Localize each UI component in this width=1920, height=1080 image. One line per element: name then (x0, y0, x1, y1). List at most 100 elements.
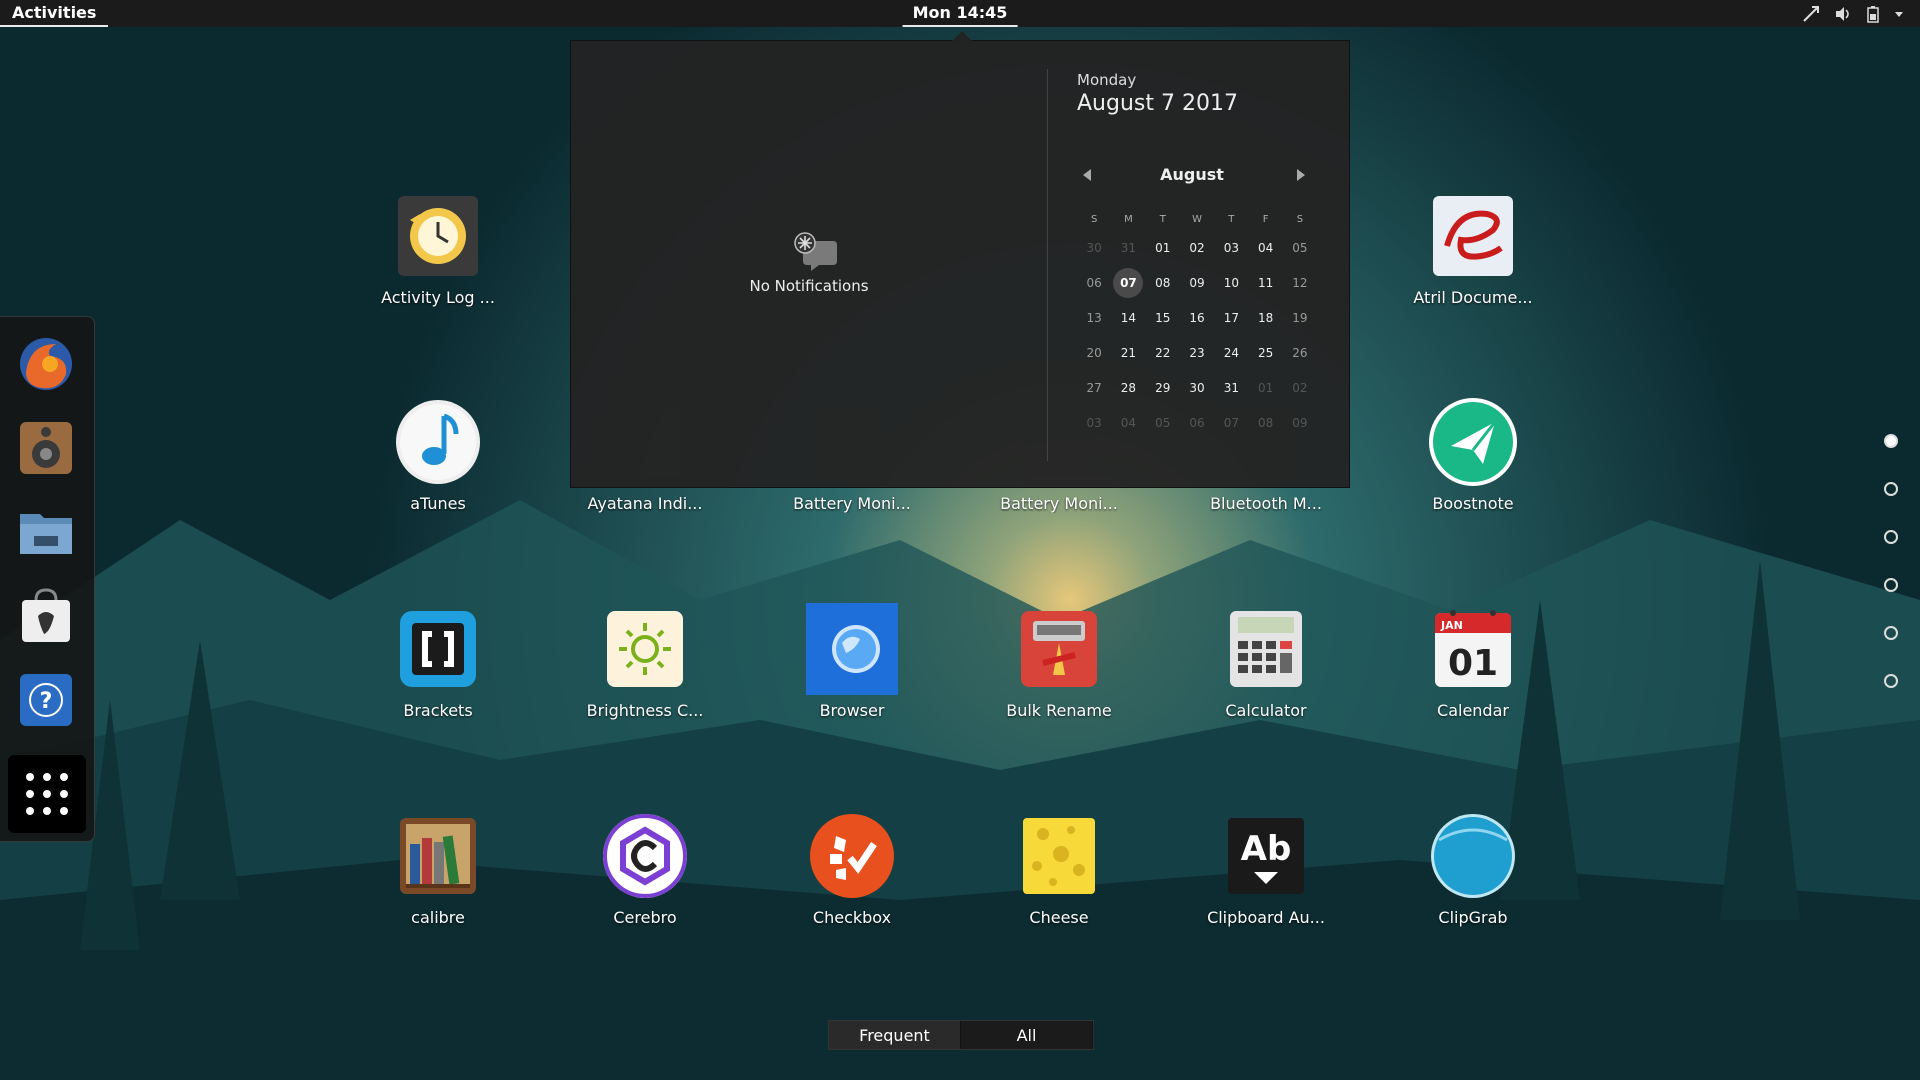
calendar-day[interactable]: 14 (1111, 301, 1145, 336)
calendar-day[interactable]: 02 (1180, 231, 1214, 266)
app-calibre[interactable]: calibre (343, 810, 533, 940)
app-cerebro[interactable]: Cerebro (550, 810, 740, 940)
calendar-day[interactable]: 25 (1248, 336, 1282, 371)
bulk-rename-icon (1021, 611, 1097, 687)
calendar-day[interactable]: 12 (1283, 266, 1317, 301)
calendar-day[interactable]: 11 (1248, 266, 1282, 301)
show-applications-button[interactable] (8, 755, 86, 833)
calendar-day[interactable]: 05 (1283, 231, 1317, 266)
calendar-day[interactable]: 05 (1146, 406, 1180, 441)
calendar-day[interactable]: 13 (1077, 301, 1111, 336)
calendar-day[interactable]: 07 (1214, 406, 1248, 441)
calendar-day[interactable]: 18 (1248, 301, 1282, 336)
clock-button[interactable]: Mon 14:45 (902, 0, 1018, 27)
calendar-day[interactable]: 02 (1283, 371, 1317, 406)
calendar-day[interactable]: 26 (1283, 336, 1317, 371)
system-tray[interactable] (1802, 0, 1904, 27)
dash-item-speaker[interactable] (16, 418, 76, 478)
all-button[interactable]: All (961, 1021, 1093, 1049)
calendar-day-today[interactable]: 07 (1111, 266, 1145, 301)
app-bulk-rename[interactable]: Bulk Rename (964, 603, 1154, 733)
calendar-day[interactable]: 01 (1248, 371, 1282, 406)
dash-item-help[interactable]: ? (16, 670, 76, 730)
calibre-icon (400, 818, 476, 894)
calendar-day[interactable]: 22 (1146, 336, 1180, 371)
dash-item-software[interactable] (16, 586, 76, 646)
app-brightness[interactable]: Brightness C... (550, 603, 740, 733)
calendar-week-row: 03 04 05 06 07 08 09 (1077, 406, 1317, 441)
page-dot-3[interactable] (1884, 530, 1898, 544)
calendar-weekday-headers: SMTWTFS (1077, 209, 1317, 231)
calendar-day[interactable]: 15 (1146, 301, 1180, 336)
calendar-day[interactable]: 30 (1077, 231, 1111, 266)
calendar-day[interactable]: 09 (1283, 406, 1317, 441)
calendar-day[interactable]: 17 (1214, 301, 1248, 336)
calendar-day[interactable]: 30 (1180, 371, 1214, 406)
calendar-day[interactable]: 09 (1180, 266, 1214, 301)
calendar-day[interactable]: 31 (1214, 371, 1248, 406)
calendar-day-number: 03 (1223, 241, 1239, 255)
app-clipgrab[interactable]: ClipGrab (1378, 810, 1568, 940)
clipboard-icon: Ab (1228, 818, 1304, 894)
calendar-day[interactable]: 24 (1214, 336, 1248, 371)
calendar-weekday-header: T (1159, 214, 1166, 225)
calendar-next-month-icon[interactable] (1297, 169, 1305, 181)
calendar-day[interactable]: 27 (1077, 371, 1111, 406)
app-activity-log[interactable]: Activity Log ... (343, 190, 533, 320)
calendar-day[interactable]: 06 (1180, 406, 1214, 441)
no-notifications-icon (793, 231, 839, 277)
calendar-weekday-header: S (1090, 214, 1098, 225)
calendar-day[interactable]: 16 (1180, 301, 1214, 336)
atril-icon (1433, 196, 1513, 276)
dash-item-files[interactable] (16, 502, 76, 562)
calendar-day[interactable]: 04 (1248, 231, 1282, 266)
calendar-day[interactable]: 10 (1214, 266, 1248, 301)
activities-button[interactable]: Activities (0, 0, 109, 27)
calendar-day[interactable]: 31 (1111, 231, 1145, 266)
app-calculator[interactable]: Calculator (1171, 603, 1361, 733)
calendar-day[interactable]: 29 (1146, 371, 1180, 406)
page-dot-4[interactable] (1884, 578, 1898, 592)
calendar-day[interactable]: 19 (1283, 301, 1317, 336)
page-dot-2[interactable] (1884, 482, 1898, 496)
calendar-full-date[interactable]: August 7 2017 (1077, 91, 1337, 116)
calendar-day[interactable]: 20 (1077, 336, 1111, 371)
calendar-day-number: 09 (1189, 276, 1205, 290)
app-calendar[interactable]: JAN 01 Calendar (1378, 603, 1568, 733)
calendar-day-number: 24 (1223, 346, 1239, 360)
dash-item-firefox[interactable] (16, 334, 76, 394)
calendar-day-number: 05 (1292, 241, 1308, 255)
calendar-day[interactable]: 04 (1111, 406, 1145, 441)
app-brackets[interactable]: Brackets (343, 603, 533, 733)
calendar-day[interactable]: 23 (1180, 336, 1214, 371)
frequent-button[interactable]: Frequent (829, 1021, 961, 1049)
calendar-day[interactable]: 01 (1146, 231, 1180, 266)
calendar-day[interactable]: 21 (1111, 336, 1145, 371)
calendar-week-row: 06 07 08 09 10 11 12 (1077, 266, 1317, 301)
calendar-week-row: 13 14 15 16 17 18 19 (1077, 301, 1317, 336)
calendar-day-number: 18 (1257, 311, 1274, 325)
app-clipboard[interactable]: Ab Clipboard Au... (1171, 810, 1361, 940)
app-checkbox[interactable]: Checkbox (757, 810, 947, 940)
calendar-day-number: 15 (1155, 311, 1171, 325)
app-cheese[interactable]: Cheese (964, 810, 1154, 940)
app-atril[interactable]: Atril Docume... (1378, 190, 1568, 320)
app-boostnote[interactable]: Boostnote (1378, 396, 1568, 526)
app-atunes[interactable]: aTunes (343, 396, 533, 526)
calendar-day[interactable]: 08 (1146, 266, 1180, 301)
calendar: Monday August 7 2017 August S M T W T F S 30 31 0… (1077, 71, 1337, 430)
calendar-day[interactable]: 08 (1248, 406, 1282, 441)
dash: ? (0, 316, 95, 842)
page-dot-6[interactable] (1884, 674, 1898, 688)
calendar-day[interactable]: 28 (1111, 371, 1145, 406)
calendar-day[interactable]: 03 (1077, 406, 1111, 441)
calendar-day-number: 29 (1155, 381, 1171, 395)
calendar-weekday[interactable]: Monday (1077, 71, 1337, 89)
calendar-day-number: 26 (1292, 346, 1308, 360)
calendar-day[interactable]: 03 (1214, 231, 1248, 266)
app-browser[interactable]: Browser (757, 603, 947, 733)
page-dot-1[interactable] (1884, 434, 1898, 448)
calendar-day[interactable]: 06 (1077, 266, 1111, 301)
page-dot-5[interactable] (1884, 626, 1898, 640)
dropdown-arrow-icon (1894, 9, 1904, 19)
